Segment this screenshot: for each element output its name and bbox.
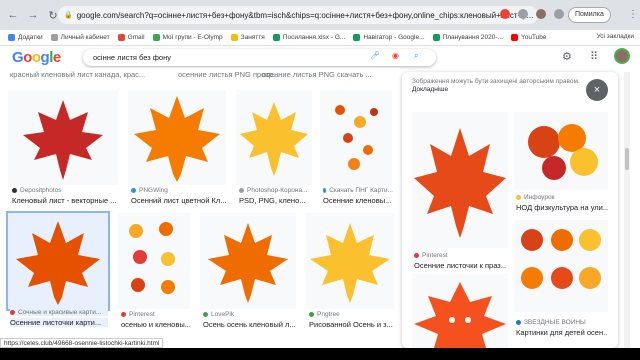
result-title[interactable]: Рисованной Осень и з... [309,320,397,329]
bottom-strip [0,348,640,360]
result-title[interactable]: Кленовый лист - векторные ... [12,196,120,205]
related-images-panel: Зображення можуть бути захищені авторськ… [402,72,618,348]
result-caption-top[interactable]: красный кленовый лист канада, крас... [10,70,150,79]
maple-leaf-image [134,96,220,182]
avatar[interactable] [614,48,630,64]
search-input[interactable]: осінне листя без фону [83,49,436,66]
apps-icon[interactable]: ⠿ [590,50,598,63]
panel-result-source: Инфоурок [516,194,608,201]
result-source: Photoshop-Корона... [239,187,312,194]
cartoon-leaf-image [414,282,506,348]
result-thumbnail[interactable] [128,90,226,185]
puzzle-icon[interactable] [554,9,564,19]
microphone-icon[interactable]: 🎤︎ [370,51,380,60]
result-thumbnail[interactable] [118,213,190,309]
result-source: PNGWing [131,187,226,194]
scrollbar[interactable] [624,72,630,348]
result-thumbnail[interactable] [8,90,118,185]
bookmark-planning[interactable]: Планування 2020-... [432,34,503,41]
result-source: Depositphotos [12,187,117,194]
browser-window: ← → ↻ 🔒 google.com/search?q=осінне+листя… [0,0,640,348]
result-title[interactable]: Осенний лист цветной Кл... [131,196,229,205]
bookmark-navigator[interactable]: Навігатор - Google... [353,34,425,41]
bookmark-classes[interactable]: Заняття [230,34,265,41]
result-thumbnail[interactable] [200,213,296,309]
url-field[interactable]: 🔒 google.com/search?q=осінне+листя+без+ф… [58,6,538,24]
bookmark-youtube[interactable]: YouTube [510,34,547,41]
panel-thumbnail[interactable] [412,112,508,248]
google-header: Google осінне листя без фону 🎤︎ ◉ ⌕ ⚙ ⠿ [0,46,640,68]
result-source: Скачать ПНГ Карти... [323,187,393,194]
scrollbar-thumb[interactable] [625,148,629,170]
panel-result-title[interactable]: Картинки для детей осен... [516,328,608,337]
result-caption-top[interactable]: осенние листья PNG скачать ... [262,70,392,79]
error-button[interactable]: Помилка [568,7,611,23]
maple-leaf-image [240,102,308,176]
menu-icon[interactable]: ⋮ [628,9,638,20]
address-bar-row: ← → ↻ 🔒 google.com/search?q=осінне+листя… [0,0,640,30]
result-thumbnail[interactable] [320,90,392,185]
leaves-set-image [129,222,175,294]
result-thumbnail-selected[interactable] [6,211,110,311]
all-bookmarks[interactable]: Усі закладки [597,33,634,40]
bookmark-cabinet[interactable]: Личный кабинет [50,34,110,41]
result-source: Сочные и красивые карти... [10,309,108,316]
bookmark-gmail[interactable]: Gmail [117,34,145,41]
panel-result-title[interactable]: Осенние листочки к праз... [414,261,506,270]
panel-thumbnail[interactable] [514,112,608,190]
maple-leaf-image [16,221,100,305]
result-title[interactable]: Осенние кленовы... [323,196,393,205]
profile-icon[interactable] [536,9,546,19]
learn-more-link[interactable]: Докладніше [412,86,448,93]
back-icon[interactable]: ← [6,8,20,22]
result-source: Pngtree [309,311,394,318]
result-thumbnail[interactable] [236,90,312,185]
result-thumbnail[interactable] [306,213,394,309]
search-icon[interactable]: ⌕ [414,51,418,61]
forward-icon[interactable]: → [26,8,40,22]
camera-icon[interactable]: ◉ [392,51,399,60]
maple-leaf-image [310,223,390,303]
panel-result-source: Pinterest [414,252,506,259]
lock-icon: 🔒 [64,12,73,19]
copyright-notice: Зображення можуть бути захищені авторськ… [412,78,580,93]
bookmark-apps[interactable]: Додатки [8,34,43,41]
star-icon[interactable] [518,9,528,19]
panel-thumbnail[interactable] [412,274,508,348]
result-source: LovePik [203,311,295,318]
url-text: google.com/search?q=осінне+листя+без+фон… [76,10,534,20]
panel-result-source: ЗВЁЗДНЫЕ ВОЙНЫ [516,319,608,326]
result-title[interactable]: Осенние листочки карти... [10,318,108,327]
falling-leaves-image [335,105,378,170]
status-url: https://celes.club/49668-osennie-listoch… [0,338,164,348]
bookmark-links[interactable]: Посилання.xlsx - G... [272,34,345,41]
gear-icon[interactable]: ⚙ [562,50,572,63]
maple-leaf-image [414,128,506,238]
maple-leaf-image [23,100,103,180]
result-title[interactable]: Осень осень кленовый л... [203,320,298,329]
panel-result-title[interactable]: НОД физкультура на ули... [516,203,608,212]
panel-thumbnail[interactable] [514,220,608,312]
bookmarks-bar: Додатки Личный кабинет Gmail Мої групи -… [0,30,640,46]
result-title[interactable]: осенью и кленовы... [121,320,191,329]
autumn-branch-image [528,124,598,180]
maple-leaf-image [208,223,288,303]
leaves-set-image [521,229,601,289]
result-title[interactable]: PSD, PNG, клено... [239,196,312,205]
google-logo[interactable]: Google [12,49,61,66]
result-source: Pinterest [121,311,191,318]
image-results-grid: красный кленовый лист канада, крас... ос… [0,68,400,348]
bookmark-eolymp[interactable]: Мої групи - E-Olymp [152,34,223,41]
close-icon[interactable]: × [586,79,608,101]
extension-icon[interactable] [500,9,510,19]
